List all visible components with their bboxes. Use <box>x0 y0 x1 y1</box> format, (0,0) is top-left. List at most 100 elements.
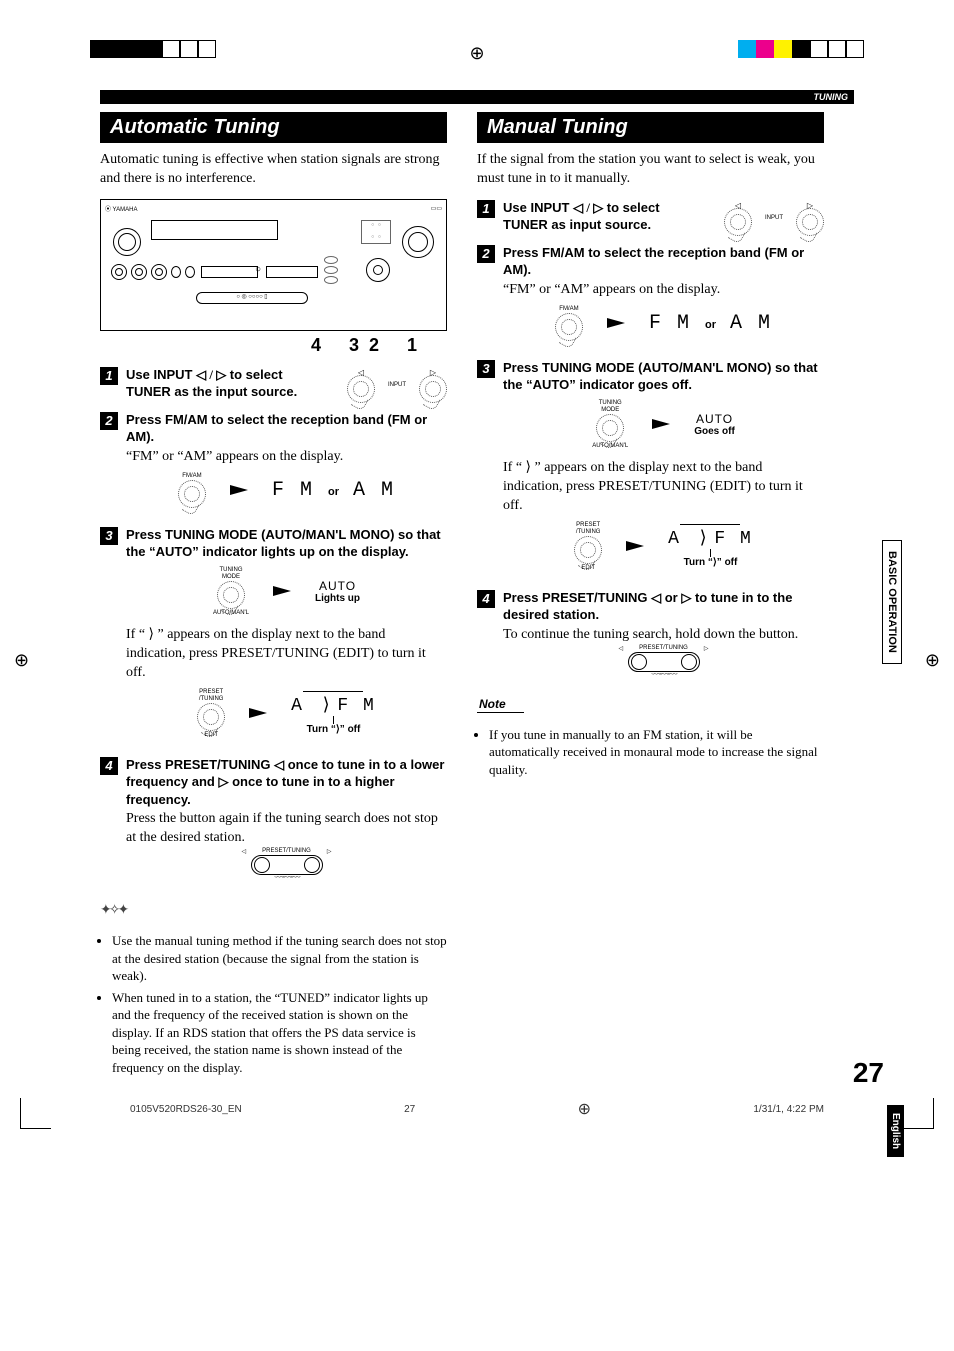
t: or <box>661 590 681 605</box>
lbl: /TUNING <box>576 529 601 535</box>
cap: Turn “ <box>307 724 336 735</box>
footer-center: 27 <box>404 1104 415 1115</box>
arrow-right-icon <box>652 419 670 429</box>
step-heading: Press TUNING MODE (AUTO/MAN'L MONO) so t… <box>503 359 824 394</box>
receiver-illustration: ⦿ YAMAHA▭▭ <box>100 199 447 331</box>
triangle-icons: ◁ / ▷ <box>196 367 226 382</box>
lbl: MODE <box>601 407 619 413</box>
step-heading: Press FM/AM to select the reception band… <box>503 244 824 279</box>
crosshair-icon: ⊕ <box>578 1099 591 1119</box>
step-number-icon: 3 <box>100 527 118 545</box>
input-left-icon <box>347 375 375 403</box>
t: Use INPUT <box>503 200 573 215</box>
seg-am: A M <box>353 479 395 502</box>
reg-left-swatches <box>90 40 216 58</box>
preset-tuning-figure: ◁ PRESET/TUNING ▷ ﹋﹋﹋ <box>126 848 447 888</box>
page-number: 27 <box>853 1057 884 1089</box>
step-subtext: Press the button again if the tuning sea… <box>126 810 447 848</box>
display-figure: A ⟩ F M Turn “⟩” off <box>668 524 753 568</box>
lights-up-caption: Lights up <box>315 593 360 604</box>
lbl: PRESET <box>576 522 600 528</box>
crosshair-icon: ⊕ <box>925 650 940 671</box>
step-number-icon: 1 <box>100 367 118 385</box>
man-step-1: 1 Use INPUT ◁ / ▷ to select TUNER as inp… <box>477 199 824 236</box>
lbl: MODE <box>222 574 240 580</box>
step-number-icon: 2 <box>477 245 495 263</box>
note-section: Note If you tune in manually to an FM st… <box>477 689 824 779</box>
auto-step-2: 2 Press FM/AM to select the reception ba… <box>100 411 447 518</box>
callout-4: 4 <box>311 335 321 356</box>
crosshair-icon: ⊕ <box>14 650 29 671</box>
cap: Turn “ <box>684 557 713 568</box>
crop-mark-icon <box>903 1098 934 1129</box>
tri-left-icon: ◁ <box>651 590 661 605</box>
reg-right-swatches <box>738 40 864 58</box>
step-subtext: “FM” or “AM” appears on the display. <box>503 281 824 300</box>
arrow-right-icon <box>626 541 644 551</box>
input-buttons-figure: ◁ INPUT ▷ <box>347 366 447 403</box>
side-tab-english: English <box>887 1105 904 1157</box>
fmam-label: FM/AM <box>559 306 578 312</box>
tuning-mode-icon <box>596 414 624 442</box>
auto-indicator-text: AUTO <box>694 412 735 426</box>
auto-step-4: 4 Press PRESET/TUNING ◁ once to tune in … <box>100 756 447 888</box>
automatic-intro: Automatic tuning is effective when stati… <box>100 151 447 189</box>
t: Press PRESET/TUNING <box>503 590 651 605</box>
fmam-label: FM/AM <box>182 473 201 479</box>
step-heading: Press FM/AM to select the reception band… <box>126 411 447 446</box>
side-tab-basic-operation: BASIC OPERATION <box>882 540 902 664</box>
note-item: If you tune in manually to an FM station… <box>489 726 824 779</box>
man-step-2: 2 Press FM/AM to select the reception ba… <box>477 244 824 351</box>
tri-left-icon: ◁ <box>274 757 284 772</box>
input-right-icon <box>796 208 824 236</box>
seg-fm: F M <box>272 479 314 502</box>
tuning-mode-icon <box>217 581 245 609</box>
seg-fm: F M <box>649 312 691 335</box>
tri-right-icon: ▷ <box>681 590 691 605</box>
fmam-button-icon <box>555 313 583 341</box>
arrow-right-icon <box>273 586 291 596</box>
auto-indicator-text: AUTO <box>315 579 360 593</box>
auto-step-3: 3 Press TUNING MODE (AUTO/MAN'L MONO) so… <box>100 526 447 748</box>
arrow-right-icon <box>249 708 267 718</box>
display-figure: A ⟩ F M Turn “⟩” off <box>291 691 376 735</box>
preset-edit-icon <box>574 536 602 564</box>
step-number-icon: 1 <box>477 200 495 218</box>
cap: ” off <box>717 557 738 568</box>
step-number-icon: 4 <box>100 757 118 775</box>
disp-colon: ⟩ <box>698 527 711 549</box>
preset-tuning-figure: ◁ PRESET/TUNING ▷ ﹋﹋﹋ <box>503 645 824 685</box>
disp-a: A <box>668 529 681 549</box>
callout-1: 1 <box>407 335 417 356</box>
preset-label: PRESET/TUNING <box>262 848 311 854</box>
note-label: Note <box>477 697 524 713</box>
arrow-right-icon <box>607 318 625 328</box>
tip-icon <box>100 903 126 918</box>
seg-or: or <box>328 486 339 498</box>
disp-band: F M <box>337 696 375 716</box>
tri-right-icon: ▷ <box>218 774 228 789</box>
goes-off-caption: Goes off <box>694 426 735 437</box>
manual-intro: If the signal from the station you want … <box>477 151 824 189</box>
preset-label: PRESET/TUNING <box>639 645 688 651</box>
step-number-icon: 4 <box>477 590 495 608</box>
lbl: PRESET <box>199 689 223 695</box>
fmam-button-icon <box>178 480 206 508</box>
footer-left: 0105V520RDS26-30_EN <box>130 1104 242 1115</box>
text: Use INPUT <box>126 367 196 382</box>
footer-right: 1/31/1, 4:22 PM <box>753 1104 824 1115</box>
page-header-stripe: TUNING <box>100 90 854 104</box>
manual-title: Manual Tuning <box>477 112 824 143</box>
step-subtext: To continue the tuning search, hold down… <box>503 626 824 645</box>
lbl: TUNING <box>219 567 242 573</box>
step-subtext: If “ ⟩ ” appears on the display next to … <box>126 626 447 683</box>
tri-icons: ◁ / ▷ <box>573 200 603 215</box>
lbl: TUNING <box>599 400 622 406</box>
manual-tuning-section: Manual Tuning If the signal from the sta… <box>477 106 854 1089</box>
step-subtext: “FM” or “AM” appears on the display. <box>126 448 447 467</box>
tip-item: When tuned in to a station, the “TUNED” … <box>112 989 447 1077</box>
seg-or: or <box>705 319 716 331</box>
man-step-4: 4 Press PRESET/TUNING ◁ or ▷ to tune in … <box>477 589 824 685</box>
step-number-icon: 2 <box>100 412 118 430</box>
step-subtext: If “ ⟩ ” appears on the display next to … <box>503 459 824 516</box>
